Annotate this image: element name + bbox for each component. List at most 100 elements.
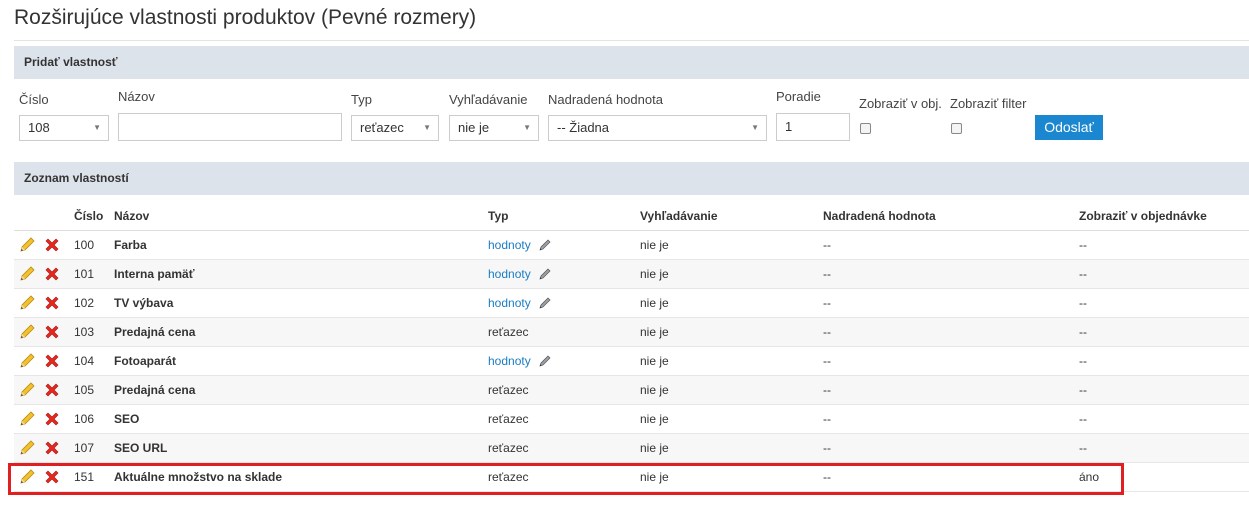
label-nadradena: Nadradená hodnota (548, 92, 663, 107)
row-cislo: 101 (74, 259, 114, 289)
row-actions (14, 259, 74, 289)
col-nadradena: Nadradená hodnota (823, 202, 1079, 231)
add-section-header: Pridať vlastnosť (14, 46, 1249, 79)
row-typ: reťazec (488, 375, 640, 405)
row-typ: hodnoty (488, 259, 640, 289)
row-nadradena: -- (823, 288, 1079, 318)
row-vyhladavanie: nie je (640, 433, 823, 463)
row-actions (14, 375, 74, 405)
col-vyhladavanie: Vyhľadávanie (640, 202, 823, 231)
row-vyhladavanie: nie je (640, 317, 823, 347)
row-actions (14, 346, 74, 376)
label-zobrazit-obj: Zobraziť v obj. (859, 96, 942, 111)
small-pencil-icon[interactable] (538, 238, 552, 252)
pencil-icon[interactable] (18, 323, 36, 341)
add-section-title: Pridať vlastnosť (24, 55, 118, 69)
row-cislo: 105 (74, 375, 114, 405)
row-nazov: Interna pamäť (114, 259, 488, 289)
table-row: 105 Predajná cena reťazec nie je -- -- (14, 375, 1249, 405)
col-actions (14, 202, 74, 231)
caret-down-icon: ▼ (93, 123, 101, 132)
small-pencil-icon[interactable] (538, 296, 552, 310)
row-actions (14, 288, 74, 318)
zobrazit-obj-checkbox[interactable] (860, 123, 871, 134)
delete-icon[interactable] (44, 295, 60, 311)
row-typ-text: reťazec (488, 441, 529, 455)
submit-button[interactable]: Odoslať (1035, 115, 1103, 140)
delete-icon[interactable] (44, 411, 60, 427)
small-pencil-icon[interactable] (538, 354, 552, 368)
row-nadradena: -- (823, 404, 1079, 434)
col-cislo: Číslo (74, 202, 114, 231)
delete-icon[interactable] (44, 440, 60, 456)
row-vyhladavanie: nie je (640, 288, 823, 318)
delete-icon[interactable] (44, 266, 60, 282)
row-vyhladavanie: nie je (640, 259, 823, 289)
label-cislo: Číslo (19, 92, 49, 107)
nazov-input[interactable] (118, 113, 342, 141)
label-typ: Typ (351, 92, 372, 107)
row-nazov: Predajná cena (114, 317, 488, 347)
pencil-icon[interactable] (18, 410, 36, 428)
list-section-title: Zoznam vlastností (24, 171, 129, 185)
typ-select[interactable]: reťazec ▼ (351, 115, 439, 141)
row-zobrazit: -- (1079, 433, 1249, 463)
pencil-icon[interactable] (18, 439, 36, 457)
row-typ-link[interactable]: hodnoty (488, 296, 531, 310)
row-typ: hodnoty (488, 230, 640, 260)
delete-icon[interactable] (44, 353, 60, 369)
poradie-input[interactable]: 1 (776, 113, 850, 141)
row-actions (14, 433, 74, 463)
label-poradie: Poradie (776, 89, 821, 104)
col-typ: Typ (488, 202, 640, 231)
col-zobrazit: Zobraziť v objednávke (1079, 202, 1249, 231)
row-typ: reťazec (488, 404, 640, 434)
row-nadradena: -- (823, 230, 1079, 260)
list-section-header: Zoznam vlastností (14, 162, 1249, 195)
zobrazit-filter-checkbox[interactable] (951, 123, 962, 134)
pencil-icon[interactable] (18, 265, 36, 283)
row-typ: reťazec (488, 317, 640, 347)
caret-down-icon: ▼ (423, 123, 431, 132)
row-zobrazit: -- (1079, 317, 1249, 347)
table-row: 101 Interna pamäť hodnoty nie je -- -- (14, 259, 1249, 289)
row-zobrazit: -- (1079, 346, 1249, 376)
cislo-select[interactable]: 108 ▼ (19, 115, 109, 141)
label-zobrazit-filter: Zobraziť filter (950, 96, 1027, 111)
vyhladavanie-select[interactable]: nie je ▼ (449, 115, 539, 141)
cislo-select-value: 108 (28, 120, 50, 135)
row-typ-link[interactable]: hodnoty (488, 354, 531, 368)
delete-icon[interactable] (44, 237, 60, 253)
row-nazov: Predajná cena (114, 375, 488, 405)
row-nadradena: -- (823, 433, 1079, 463)
caret-down-icon: ▼ (751, 123, 759, 132)
pencil-icon[interactable] (18, 236, 36, 254)
delete-icon[interactable] (44, 324, 60, 340)
table-row: 100 Farba hodnoty nie je -- -- (14, 230, 1249, 260)
pencil-icon[interactable] (18, 381, 36, 399)
title-divider (14, 40, 1249, 41)
nadradena-select[interactable]: -- Žiadna ▼ (548, 115, 767, 141)
row-nazov: Fotoaparát (114, 346, 488, 376)
pencil-icon[interactable] (18, 294, 36, 312)
row-typ: hodnoty (488, 346, 640, 376)
table-row: 104 Fotoaparát hodnoty nie je -- -- (14, 346, 1249, 376)
row-cislo: 100 (74, 230, 114, 260)
row-typ-text: reťazec (488, 325, 529, 339)
row-cislo: 103 (74, 317, 114, 347)
highlight-box (8, 463, 1124, 495)
row-actions (14, 230, 74, 260)
row-typ-link[interactable]: hodnoty (488, 267, 531, 281)
row-vyhladavanie: nie je (640, 404, 823, 434)
row-typ-link[interactable]: hodnoty (488, 238, 531, 252)
pencil-icon[interactable] (18, 352, 36, 370)
row-vyhladavanie: nie je (640, 375, 823, 405)
table-header-row: Číslo Názov Typ Vyhľadávanie Nadradená h… (14, 202, 1249, 231)
typ-select-value: reťazec (360, 120, 404, 135)
row-nazov: SEO (114, 404, 488, 434)
vyhladavanie-select-value: nie je (458, 120, 490, 135)
row-cislo: 106 (74, 404, 114, 434)
delete-icon[interactable] (44, 382, 60, 398)
small-pencil-icon[interactable] (538, 267, 552, 281)
page-title: Rozširujúce vlastnosti produktov (Pevné … (14, 6, 477, 29)
